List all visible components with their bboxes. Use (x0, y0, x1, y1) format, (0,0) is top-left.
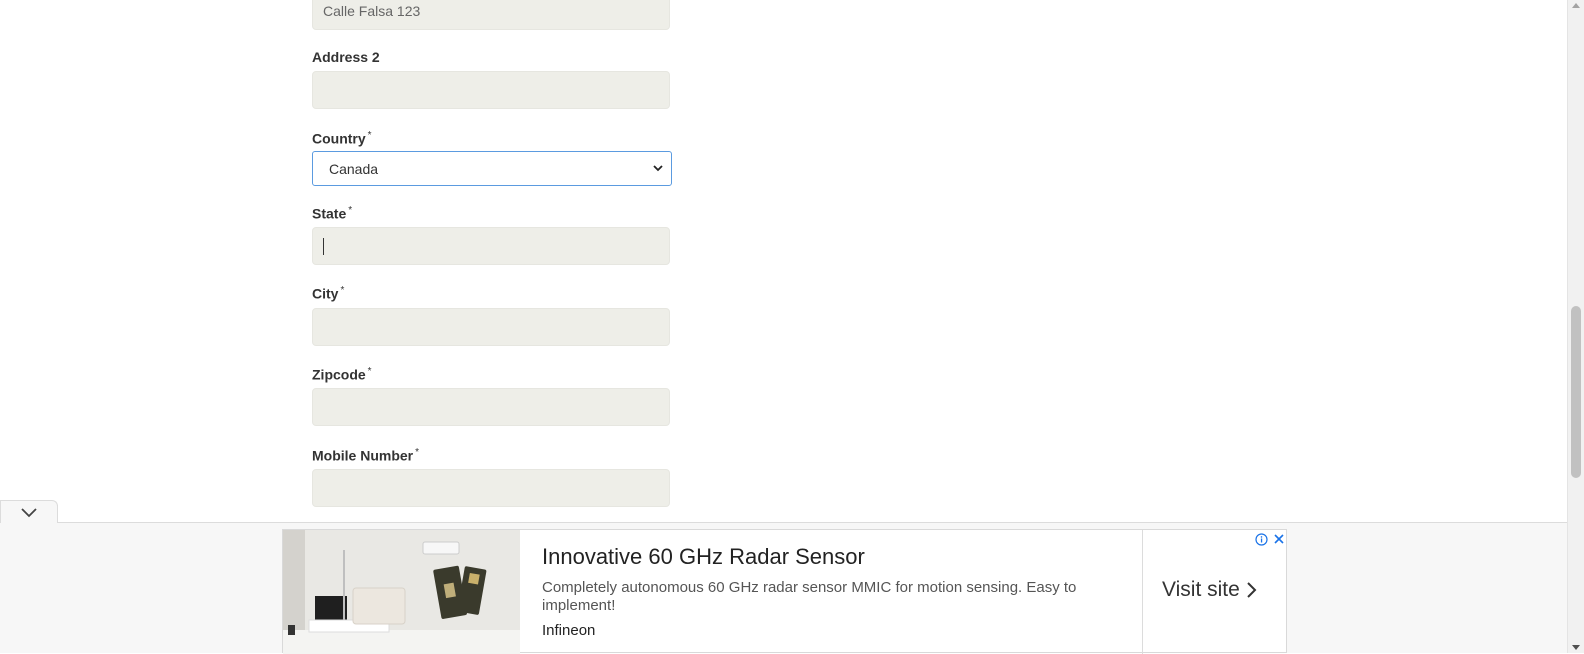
ad-image[interactable] (283, 530, 520, 654)
ad-divider (1142, 530, 1143, 654)
state-label: State * (312, 205, 353, 222)
country-selected-value: Canada (329, 160, 379, 177)
address2-label: Address 2 (312, 49, 380, 65)
ad-info-icon[interactable] (1255, 533, 1268, 546)
country-label: Country * (312, 130, 372, 147)
chevron-down-icon (653, 165, 663, 172)
vertical-scrollbar[interactable] (1567, 0, 1584, 653)
chevron-right-icon (1247, 582, 1257, 598)
mobile-number-input[interactable] (312, 469, 670, 507)
city-label: City * (312, 285, 345, 302)
close-icon[interactable] (1273, 533, 1285, 545)
address1-value: Calle Falsa 123 (323, 3, 421, 19)
state-input[interactable] (312, 227, 670, 265)
zipcode-label: Zipcode * (312, 366, 372, 383)
required-mark: * (367, 130, 372, 141)
ad-description[interactable]: Completely autonomous 60 GHz radar senso… (542, 579, 1102, 615)
text-cursor (323, 237, 324, 255)
required-mark: * (415, 447, 420, 458)
chevron-down-icon (21, 508, 37, 518)
country-select[interactable]: Canada (312, 151, 672, 186)
mobile-number-label: Mobile Number * (312, 447, 420, 464)
scroll-up-arrow-icon[interactable] (1572, 3, 1580, 8)
visit-site-label: Visit site (1162, 578, 1240, 601)
ad-collapse-button[interactable] (0, 500, 58, 523)
scrollbar-thumb[interactable] (1571, 306, 1581, 478)
visit-site-button[interactable]: Visit site (1162, 578, 1258, 602)
required-mark: * (348, 205, 353, 216)
required-mark: * (340, 285, 345, 296)
required-mark: * (367, 366, 372, 377)
ad-title[interactable]: Innovative 60 GHz Radar Sensor (542, 544, 865, 570)
city-input[interactable] (312, 308, 670, 346)
ad-product-image (283, 530, 520, 654)
address2-input[interactable] (312, 71, 670, 109)
ad-card[interactable]: Innovative 60 GHz Radar Sensor Completel… (282, 529, 1287, 654)
scroll-down-arrow-icon[interactable] (1572, 645, 1580, 650)
ad-brand[interactable]: Infineon (542, 622, 595, 639)
address1-input[interactable]: Calle Falsa 123 (312, 0, 670, 30)
zipcode-input[interactable] (312, 388, 670, 426)
